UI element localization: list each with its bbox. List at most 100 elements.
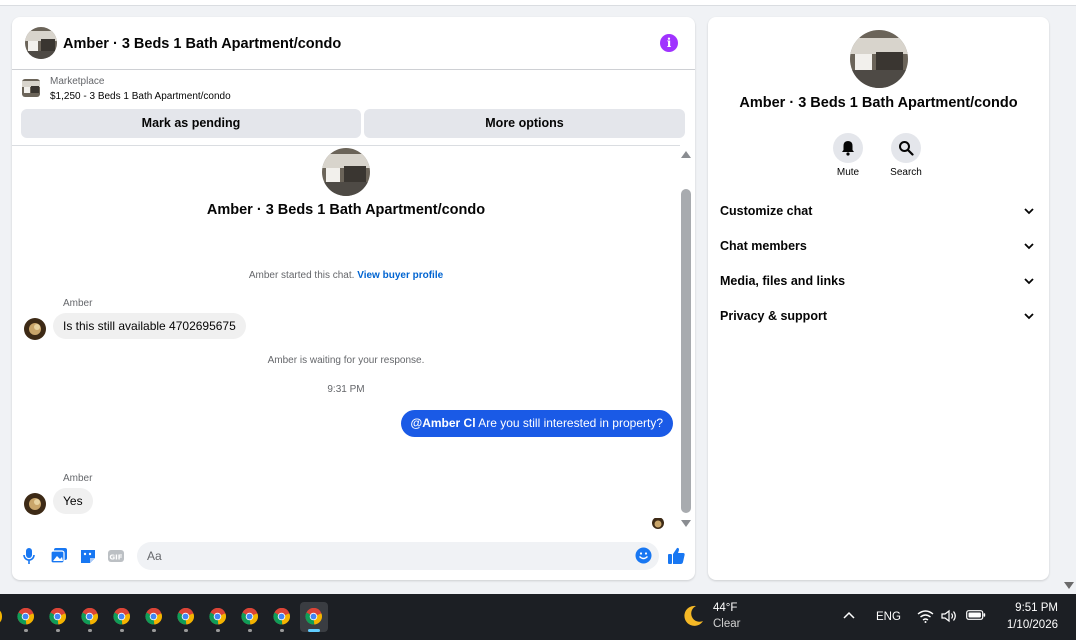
chevron-down-icon — [1024, 243, 1034, 250]
chat-started-text: Amber started this chat. — [248, 270, 355, 281]
microphone-icon[interactable] — [20, 547, 38, 565]
photo-icon[interactable] — [50, 547, 68, 565]
taskbar-chrome-window[interactable] — [44, 602, 72, 632]
chevron-down-icon — [1024, 313, 1034, 320]
taskbar-chrome-window[interactable] — [236, 602, 264, 632]
marketplace-label: Marketplace — [50, 76, 105, 87]
moon-icon[interactable] — [681, 604, 705, 628]
seen-indicator-avatar — [652, 517, 664, 529]
mute-button[interactable] — [833, 133, 863, 163]
section-label: Privacy & support — [720, 309, 827, 323]
taskbar-chrome-window[interactable] — [108, 602, 136, 632]
chat-header: Amber · 3 Beds 1 Bath Apartment/condo i — [12, 17, 695, 70]
taskbar-chrome-window[interactable] — [300, 602, 328, 632]
more-options-button[interactable]: More options — [364, 109, 685, 138]
taskbar-chrome-window[interactable] — [12, 602, 40, 632]
outgoing-message[interactable]: @Amber Cl Are you still interested in pr… — [400, 410, 673, 437]
taskbar-chrome-window[interactable] — [76, 602, 104, 632]
sender-avatar[interactable] — [24, 493, 46, 515]
taskbar-chrome-window[interactable] — [140, 602, 168, 632]
chrome-icon — [113, 608, 130, 625]
mention-tag[interactable]: @Amber Cl — [411, 416, 476, 430]
sender-avatar[interactable] — [24, 318, 46, 340]
weather-description[interactable]: Clear — [713, 618, 740, 630]
chevron-down-icon — [1024, 278, 1034, 285]
running-indicator — [184, 629, 188, 632]
chrome-icon — [17, 608, 34, 625]
message-sender: Amber — [63, 298, 93, 309]
chat-info-panel: Amber · 3 Beds 1 Bath Apartment/condo Mu… — [708, 17, 1049, 580]
mark-as-pending-button[interactable]: Mark as pending — [21, 109, 361, 138]
svg-text:GIF: GIF — [109, 554, 122, 562]
clock-time[interactable]: 9:51 PM — [960, 602, 1058, 614]
volume-icon[interactable] — [941, 609, 957, 623]
scroll-up-arrow[interactable] — [681, 151, 691, 158]
partial-taskbar-icon[interactable] — [0, 608, 2, 625]
customize-chat-section[interactable]: Customize chat — [720, 202, 1038, 222]
chat-avatar[interactable] — [25, 27, 57, 59]
conversation-title: Amber · 3 Beds 1 Bath Apartment/condo — [206, 202, 486, 218]
chrome-icon — [273, 608, 290, 625]
divider — [12, 145, 680, 146]
running-indicator — [56, 629, 60, 632]
running-indicator — [152, 629, 156, 632]
message-input-placeholder: Aa — [147, 549, 162, 563]
thumbs-up-icon[interactable] — [667, 546, 686, 565]
emoji-icon[interactable] — [635, 547, 652, 564]
waiting-notice: Amber is waiting for your response. — [267, 355, 425, 366]
info-panel-avatar — [850, 30, 908, 88]
chat-header-title[interactable]: Amber · 3 Beds 1 Bath Apartment/condo — [63, 36, 341, 52]
listing-thumbnail — [22, 79, 40, 97]
search-icon — [899, 141, 914, 156]
chrome-icon — [305, 608, 322, 625]
message-input[interactable]: Aa — [137, 542, 659, 570]
incoming-message[interactable]: Is this still available 4702695675 — [53, 313, 246, 339]
chrome-icon — [49, 608, 66, 625]
scrollbar-thumb[interactable] — [681, 189, 691, 513]
chrome-icon — [241, 608, 258, 625]
chrome-icon — [81, 608, 98, 625]
message-timestamp: 9:31 PM — [327, 384, 365, 395]
scroll-down-arrow[interactable] — [681, 520, 691, 527]
bell-icon — [842, 141, 854, 156]
windows-taskbar: 44°F Clear ENG 9:51 PM 1/10/2026 — [0, 594, 1076, 640]
running-indicator — [216, 629, 220, 632]
marketplace-listing-bar[interactable]: Marketplace $1,250 - 3 Beds 1 Bath Apart… — [12, 71, 695, 106]
sticker-icon[interactable] — [79, 547, 97, 565]
running-indicator — [248, 629, 252, 632]
show-hidden-icons-icon[interactable] — [843, 611, 855, 619]
page-scroll-down-arrow[interactable] — [1064, 582, 1074, 589]
outgoing-message-text: Are you still interested in property? — [478, 416, 663, 430]
input-language-indicator[interactable]: ENG — [876, 611, 901, 623]
message-sender: Amber — [63, 473, 93, 484]
privacy-support-section[interactable]: Privacy & support — [720, 307, 1038, 327]
wifi-icon[interactable] — [917, 609, 934, 623]
chrome-icon — [177, 608, 194, 625]
info-icon[interactable]: i — [660, 34, 678, 52]
info-panel-title: Amber · 3 Beds 1 Bath Apartment/condo — [739, 95, 1018, 111]
clock-date[interactable]: 1/10/2026 — [960, 619, 1058, 631]
running-indicator — [24, 629, 28, 632]
chrome-icon — [209, 608, 226, 625]
search-label: Search — [890, 167, 922, 178]
taskbar-chrome-window[interactable] — [268, 602, 296, 632]
chat-started-notice: Amber started this chat. View buyer prof… — [12, 270, 680, 281]
chevron-down-icon — [1024, 208, 1034, 215]
search-button[interactable] — [891, 133, 921, 163]
media-files-links-section[interactable]: Media, files and links — [720, 272, 1038, 292]
chat-members-section[interactable]: Chat members — [720, 237, 1038, 257]
chrome-icon — [145, 608, 162, 625]
running-indicator — [88, 629, 92, 632]
running-indicator — [308, 629, 320, 632]
running-indicator — [120, 629, 124, 632]
taskbar-chrome-window[interactable] — [204, 602, 232, 632]
conversation-avatar — [322, 148, 370, 196]
running-indicator — [280, 629, 284, 632]
chat-panel: Amber · 3 Beds 1 Bath Apartment/condo i … — [12, 17, 695, 580]
listing-summary: $1,250 - 3 Beds 1 Bath Apartment/condo — [50, 91, 231, 102]
taskbar-chrome-window[interactable] — [172, 602, 200, 632]
incoming-message[interactable]: Yes — [53, 488, 93, 514]
gif-icon[interactable]: GIF — [107, 547, 125, 565]
weather-temperature[interactable]: 44°F — [713, 602, 737, 614]
view-buyer-profile-link[interactable]: View buyer profile — [357, 270, 443, 281]
